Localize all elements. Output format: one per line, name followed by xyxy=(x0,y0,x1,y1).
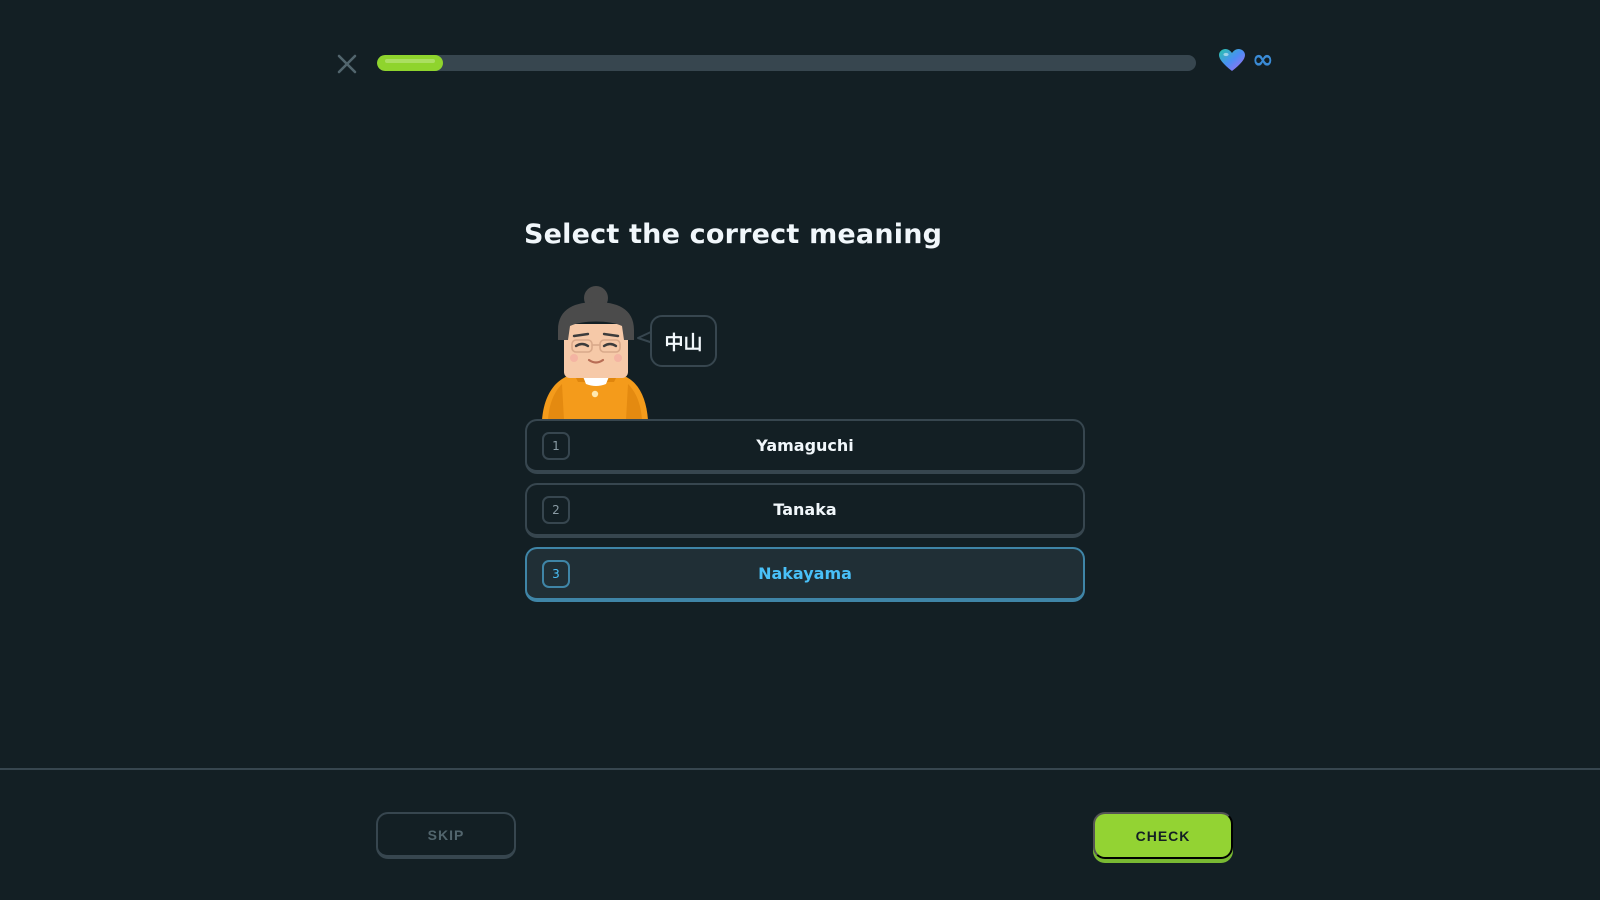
character-illustration xyxy=(534,284,654,420)
skip-button[interactable]: SKIP xyxy=(376,812,516,859)
lesson-progress-bar xyxy=(377,55,1196,71)
answer-options: 1 Yamaguchi 2 Tanaka 3 Nakayama xyxy=(525,419,1085,611)
lesson-page: ∞ Select the correct meaning 中山 1 Yamagu… xyxy=(0,0,1600,900)
speech-bubble: 中山 xyxy=(650,315,717,367)
answer-option[interactable]: 1 Yamaguchi xyxy=(525,419,1085,474)
option-number: 2 xyxy=(542,495,570,524)
hearts-value: ∞ xyxy=(1252,45,1274,75)
speech-text: 中山 xyxy=(664,331,703,354)
challenge-prompt: Select the correct meaning xyxy=(524,219,943,250)
close-icon[interactable] xyxy=(334,51,360,77)
option-label: Nakayama xyxy=(758,564,852,583)
option-number: 1 xyxy=(542,431,570,460)
option-label: Yamaguchi xyxy=(756,436,854,455)
heart-icon xyxy=(1218,48,1246,76)
hearts-counter[interactable]: ∞ xyxy=(1218,45,1274,76)
answer-option[interactable]: 3 Nakayama xyxy=(525,547,1085,602)
check-button[interactable]: CHECK xyxy=(1093,812,1233,859)
answer-option[interactable]: 2 Tanaka xyxy=(525,483,1085,538)
option-number: 3 xyxy=(542,559,570,588)
option-label: Tanaka xyxy=(773,500,837,519)
footer-divider xyxy=(0,768,1600,770)
progress-fill xyxy=(377,55,443,71)
